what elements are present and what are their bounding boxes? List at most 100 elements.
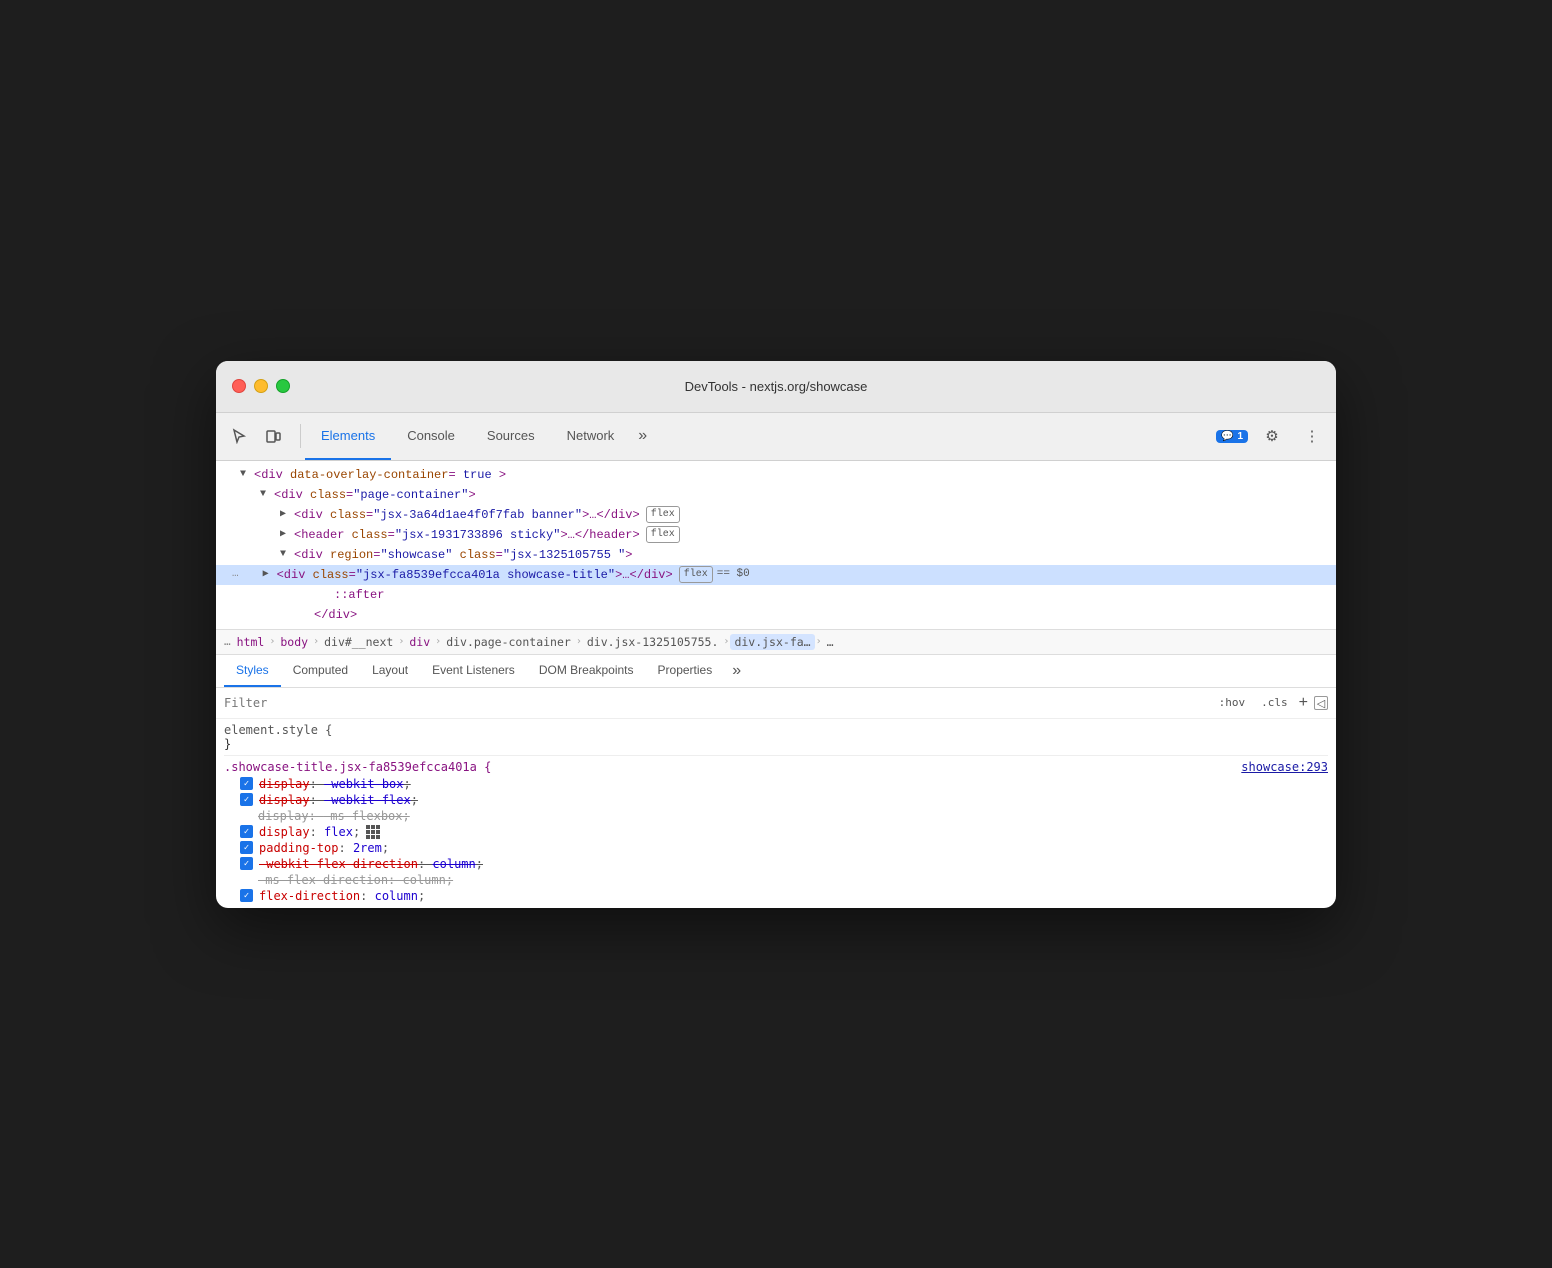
cls-button[interactable]: .cls [1256,694,1293,711]
tree-content: <header class="jsx-1931733896 sticky">…<… [294,526,640,544]
css-section: element.style { } .showcase-title.jsx-fa… [216,719,1336,908]
minimize-button[interactable] [254,379,268,393]
css-property-line: display : flex ; [224,824,1328,840]
breadcrumb-sep: › [723,636,729,647]
css-prop-name: display [259,793,310,807]
css-prop-value: -webkit-box [324,777,403,791]
tab-properties[interactable]: Properties [646,655,725,687]
css-property-line: -webkit-flex-direction : column ; [224,856,1328,872]
tab-styles[interactable]: Styles [224,655,281,687]
tree-arrow: ▼ [260,487,274,502]
breadcrumb-sep: › [576,636,582,647]
tree-arrow: ▼ [240,467,254,482]
css-checkbox[interactable] [240,857,253,870]
css-checkbox[interactable] [240,841,253,854]
css-selector-line: .showcase-title.jsx-fa8539efcca401a { sh… [224,760,1328,774]
plus-button[interactable]: + [1299,694,1308,712]
tab-dom-breakpoints[interactable]: DOM Breakpoints [527,655,646,687]
breadcrumb-dots: … [224,635,231,648]
tree-line[interactable]: ▼ <div data-overlay-container= true > [216,465,1336,485]
equals-badge: == $0 [717,566,750,583]
devtools-window: DevTools - nextjs.org/showcase Elements … [216,361,1336,908]
breadcrumb-sep: › [398,636,404,647]
css-prop-name: display [258,809,309,823]
css-prop-name: display [259,777,310,791]
devtools-tabs: Elements Console Sources Network » [305,413,1216,460]
css-property-line: display : -webkit-box ; [224,776,1328,792]
css-prop-value: flex [324,825,353,839]
box-button[interactable]: ◁ [1314,696,1328,710]
flex-badge[interactable]: flex [646,526,680,543]
breadcrumb-item-div[interactable]: div [405,634,434,650]
toolbar-right: 💬 1 ⚙ ⋮ [1216,420,1328,452]
elements-panel: ▼ <div data-overlay-container= true > ▼ … [216,461,1336,629]
breadcrumb-item-jsx-fa[interactable]: div.jsx-fa… [730,634,814,650]
css-checkbox[interactable] [240,793,253,806]
cursor-icon[interactable] [224,421,254,451]
tab-computed[interactable]: Computed [281,655,360,687]
more-tabs-button[interactable]: » [630,427,655,445]
css-prop-name: -ms-flex-direction [258,873,388,887]
styles-filter-bar: :hov .cls + ◁ [216,688,1336,719]
breadcrumb-item-body[interactable]: body [276,634,312,650]
tree-line[interactable]: ▼ <div region="showcase" class="jsx-1325… [216,545,1336,565]
dots-indicator: … [232,566,239,583]
styles-more-tabs[interactable]: » [724,662,749,680]
breadcrumb-item-jsx-1325[interactable]: div.jsx-1325105755. [583,634,723,650]
css-checkbox[interactable] [240,825,253,838]
breadcrumb-item-html[interactable]: html [233,634,269,650]
hov-button[interactable]: :hov [1214,694,1251,711]
notification-count: 1 [1237,431,1243,442]
css-prop-name: -webkit-flex-direction [259,857,418,871]
tab-sources[interactable]: Sources [471,413,551,460]
settings-button[interactable]: ⚙ [1256,420,1288,452]
styles-tabs: Styles Computed Layout Event Listeners D… [216,655,1336,688]
breadcrumb-item-next[interactable]: div#__next [320,634,397,650]
breadcrumb-more[interactable]: … [823,634,838,650]
tree-arrow: ▼ [280,547,294,562]
toolbar-icons [224,421,288,451]
breadcrumb-item-page-container[interactable]: div.page-container [442,634,575,650]
css-prop-name: padding-top [259,841,338,855]
tab-event-listeners[interactable]: Event Listeners [420,655,527,687]
css-prop-value: 2rem [353,841,382,855]
tree-line[interactable]: ▼ <div class="page-container"> [216,485,1336,505]
breadcrumb-sep: › [435,636,441,647]
tree-line[interactable]: ::after [216,585,1336,605]
css-selector: .showcase-title.jsx-fa8539efcca401a { [224,760,491,774]
html-tree: ▼ <div data-overlay-container= true > ▼ … [216,461,1336,629]
tree-content: <div class="jsx-3a64d1ae4f0f7fab banner"… [294,506,640,524]
window-title: DevTools - nextjs.org/showcase [685,379,868,394]
css-checkbox[interactable] [240,889,253,902]
tree-line[interactable]: ▶ <header class="jsx-1931733896 sticky">… [216,525,1336,545]
titlebar: DevTools - nextjs.org/showcase [216,361,1336,413]
notification-button[interactable]: 💬 1 [1216,430,1248,443]
close-button[interactable] [232,379,246,393]
tree-content: <div region="showcase" class="jsx-132510… [294,546,633,564]
css-file-ref[interactable]: showcase:293 [1241,760,1328,774]
filter-buttons: :hov .cls + ◁ [1214,694,1328,712]
tree-line[interactable]: ▶ <div class="jsx-3a64d1ae4f0f7fab banne… [216,505,1336,525]
tab-console[interactable]: Console [391,413,471,460]
css-checkbox[interactable] [240,777,253,790]
breadcrumb-sep: › [816,636,822,647]
grid-icon[interactable] [366,825,380,839]
tree-content: <div class="jsx-fa8539efcca401a showcase… [277,566,673,584]
device-icon[interactable] [258,421,288,451]
notification-icon: 💬 [1221,431,1233,442]
tree-line[interactable]: </div> [216,605,1336,625]
css-property-line: display : -ms-flexbox ; [224,808,1328,824]
css-property-line: display : -webkit-flex ; [224,792,1328,808]
tree-content: <div class="page-container"> [274,486,476,504]
filter-input[interactable] [224,696,1206,710]
tab-network[interactable]: Network [551,413,631,460]
menu-button[interactable]: ⋮ [1296,420,1328,452]
maximize-button[interactable] [276,379,290,393]
flex-badge[interactable]: flex [646,506,680,523]
element-style-close: } [224,737,1328,751]
tab-layout[interactable]: Layout [360,655,420,687]
tab-elements[interactable]: Elements [305,413,391,460]
flex-badge[interactable]: flex [679,566,713,583]
css-prop-name: flex-direction [259,889,360,903]
tree-line-selected[interactable]: … ▶ <div class="jsx-fa8539efcca401a show… [216,565,1336,585]
